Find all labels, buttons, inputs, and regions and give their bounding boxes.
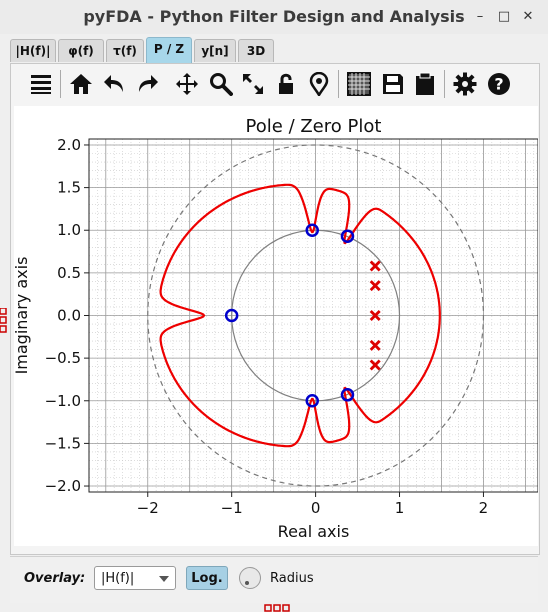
resize-handle-bottom[interactable] [264, 603, 290, 612]
lock-icon[interactable] [272, 66, 302, 102]
tab-phase[interactable]: φ(f) [58, 39, 104, 62]
pole-marker [369, 280, 381, 292]
svg-text:?: ? [494, 75, 503, 94]
x-tick-label: −1 [221, 499, 243, 517]
pole-marker [369, 359, 381, 371]
toolbar-separator [60, 70, 61, 98]
x-tick-label: 2 [479, 499, 489, 517]
chart-title: Pole / Zero Plot [246, 116, 382, 137]
help-icon[interactable]: ? [484, 66, 514, 102]
plot-canvas[interactable]: −2 −1 0 1 2 2.0 1.5 1.0 0.5 0.0 −0.5 −1.0 −1.5 −2.0 P… [12, 106, 539, 546]
y-tick-label: 0.0 [57, 307, 81, 325]
resize-handle-left[interactable] [0, 308, 8, 334]
settings-icon[interactable] [450, 66, 480, 102]
y-tick-label: −1.5 [45, 434, 81, 452]
x-tick-label: 0 [311, 499, 321, 517]
marker-icon[interactable] [304, 66, 334, 102]
home-icon[interactable] [66, 66, 96, 102]
y-tick-label: −0.5 [45, 349, 81, 367]
full-view-icon[interactable] [238, 66, 268, 102]
tab-3d[interactable]: 3D [238, 39, 274, 62]
save-icon[interactable] [378, 66, 408, 102]
minimize-button[interactable]: – [472, 9, 488, 25]
clipboard-icon[interactable] [410, 66, 440, 102]
tab-impulse-response[interactable]: y[n] [194, 39, 236, 62]
log-button[interactable]: Log. [186, 566, 228, 590]
tab-pole-zero[interactable]: P / Z [146, 37, 192, 64]
overlay-select-value: |H(f)| [101, 571, 135, 586]
tab-magnitude[interactable]: |H(f)| [10, 39, 56, 62]
chevron-down-icon [159, 576, 169, 582]
y-tick-label: 1.0 [57, 221, 81, 239]
window-title: pyFDA - Python Filter Design and Analysi… [83, 7, 465, 26]
overlay-controls: Overlay: |H(f)| Log. Radius [10, 556, 538, 603]
grid-icon[interactable] [344, 66, 374, 102]
y-tick-label: 2.0 [57, 136, 81, 154]
app-window: pyFDA - Python Filter Design and Analysi… [0, 0, 548, 612]
x-tick-label: −2 [137, 499, 159, 517]
radius-label: Radius [270, 571, 314, 586]
pole-marker [369, 260, 381, 272]
pole-marker [369, 339, 381, 351]
toolbar-separator [444, 70, 445, 98]
y-axis-label: Imaginary axis [14, 257, 31, 375]
y-tick-label: −1.0 [45, 392, 81, 410]
undo-icon[interactable] [100, 66, 130, 102]
y-tick-label: 1.5 [57, 179, 81, 197]
overlay-select[interactable]: |H(f)| [94, 566, 176, 590]
pole-zero-chart[interactable]: −2 −1 0 1 2 2.0 1.5 1.0 0.5 0.0 −0.5 −1.0 −1.5 −2.0 P… [12, 106, 539, 546]
close-button[interactable]: ✕ [520, 9, 536, 25]
tab-group-delay[interactable]: τ(f) [106, 39, 144, 62]
y-tick-label: −2.0 [45, 477, 81, 495]
menu-icon[interactable] [26, 66, 56, 102]
x-axis-label: Real axis [278, 522, 350, 541]
zoom-icon[interactable] [206, 66, 236, 102]
radius-dial[interactable] [239, 567, 261, 589]
toolbar-separator [338, 70, 339, 98]
y-tick-label: 0.5 [57, 264, 81, 282]
title-bar: pyFDA - Python Filter Design and Analysi… [0, 0, 548, 34]
maximize-button[interactable]: □ [496, 9, 512, 25]
dial-knob [245, 581, 249, 585]
pan-icon[interactable] [172, 66, 202, 102]
overlay-label: Overlay: [24, 571, 86, 586]
redo-icon[interactable] [132, 66, 162, 102]
x-tick-label: 1 [395, 499, 405, 517]
